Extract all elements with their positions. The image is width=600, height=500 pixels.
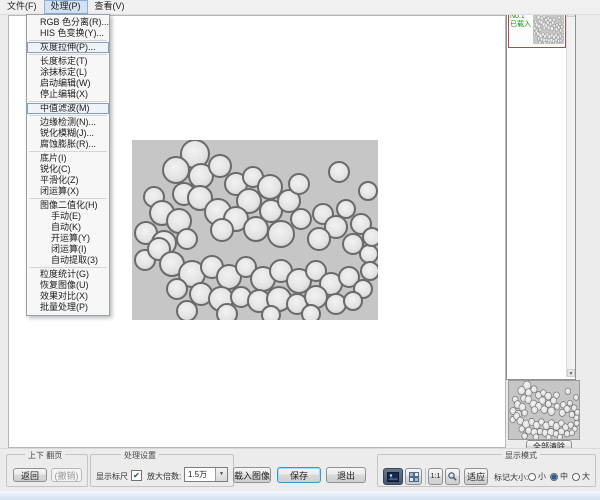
menu-item[interactable]: 涂抹标定(L) — [27, 67, 109, 78]
combo-arrow-icon[interactable]: ▼ — [215, 468, 227, 481]
show-scale-checkbox[interactable]: ✔ — [131, 470, 142, 481]
menubar-item[interactable]: 查看(V) — [88, 0, 132, 14]
magnification-combo[interactable]: 1.5万 ▼ — [184, 467, 228, 482]
menu-separator — [29, 151, 107, 152]
menu-item[interactable]: 中值滤波(M) — [27, 103, 109, 114]
menu-item[interactable]: 开运算(Y) — [27, 233, 109, 244]
menu-item[interactable]: 闭运算(X) — [27, 186, 109, 197]
settings-group-label: 处理设置 — [121, 450, 159, 461]
menu-separator — [29, 198, 107, 199]
radio-label: 大 — [582, 471, 590, 482]
show-scale-label: 显示标尺 — [96, 471, 128, 482]
menu-item[interactable]: 自动提取(3) — [27, 255, 109, 266]
menu-item[interactable]: 锐化模糊(J)... — [27, 128, 109, 139]
menu-item[interactable]: 闭运算(I) — [27, 244, 109, 255]
image-tool-button[interactable] — [383, 468, 403, 485]
menu-separator — [29, 267, 107, 268]
marker-size-radio[interactable]: 中 — [550, 471, 568, 482]
radio-selected-icon[interactable] — [550, 473, 558, 481]
image-tool-icon — [387, 472, 399, 482]
zoom-button[interactable] — [445, 468, 460, 485]
image-list-item-selected[interactable]: No.1 已载入 — [508, 10, 566, 48]
list-scrollbar[interactable]: ▲ ▼ — [566, 9, 575, 377]
menu-item[interactable]: 长度标定(T) — [27, 56, 109, 67]
one-to-one-button[interactable]: 1:1 — [428, 468, 443, 485]
application-window: 文件(F)处理(P)查看(V) RGB 色分离(R)...HIS 色变换(Y).… — [0, 0, 600, 499]
toolbar-separator — [425, 468, 426, 485]
menu-item[interactable]: 粒度统计(G) — [27, 269, 109, 280]
marker-size-radio[interactable]: 大 — [572, 471, 590, 482]
magnification-label: 放大倍数: — [147, 471, 181, 482]
menu-item[interactable]: 边缘检测(N)... — [27, 117, 109, 128]
grid-view-button[interactable] — [405, 468, 422, 485]
radio-label: 小 — [538, 471, 546, 482]
menu-item[interactable]: 批量处理(P) — [27, 302, 109, 313]
back-button[interactable]: 返回 — [13, 468, 47, 482]
nav-group: 上下 翻页 返回 (撤销) — [6, 454, 88, 487]
exit-button[interactable]: 退出 — [326, 467, 366, 483]
image-item-state: 已载入 — [510, 21, 532, 29]
radio-label: 中 — [560, 471, 568, 482]
grid-view-icon — [409, 472, 419, 482]
menu-separator — [29, 115, 107, 116]
processing-dropdown-menu: RGB 色分离(R)...HIS 色变换(Y)... 灰度拉伸(P)... 长度标定… — [26, 14, 110, 316]
magnification-value: 1.5万 — [188, 470, 207, 479]
menu-bar: 文件(F)处理(P)查看(V) — [0, 0, 600, 15]
menu-item[interactable]: HIS 色变换(Y)... — [27, 28, 109, 39]
image-list[interactable]: No.1 已载入 ▲ ▼ — [506, 8, 576, 380]
zoom-icon — [448, 472, 457, 481]
menu-item[interactable]: 启动编辑(W) — [27, 78, 109, 89]
menu-item[interactable]: 平滑化(Z) — [27, 175, 109, 186]
menu-item[interactable]: 底片(I) — [27, 153, 109, 164]
settings-group: 处理设置 显示标尺 ✔ 放大倍数: 1.5万 ▼ — [90, 454, 234, 487]
menu-item[interactable]: 手动(E) — [27, 211, 109, 222]
image-item-thumbnail — [533, 12, 564, 44]
menu-item[interactable]: 锐化(C) — [27, 164, 109, 175]
menu-separator — [29, 101, 107, 102]
menu-item[interactable]: 效果对比(X) — [27, 291, 109, 302]
menu-separator — [29, 54, 107, 55]
load-image-button[interactable]: 载入图像 — [233, 467, 271, 483]
image-item-status: No.1 已载入 — [509, 11, 533, 47]
save-button[interactable]: 保存 — [277, 467, 321, 483]
menu-item[interactable]: 停止编辑(X) — [27, 89, 109, 100]
fit-button[interactable]: 适应 — [464, 468, 488, 485]
preview-thumbnail[interactable] — [508, 380, 580, 440]
display-group: 显示模式 1:1 适应 标记大小: 小中大 — [377, 454, 596, 487]
display-group-label: 显示模式 — [502, 450, 540, 461]
forward-button: (撤销) — [51, 468, 82, 482]
menubar-item[interactable]: 处理(P) — [44, 0, 88, 14]
radio-icon[interactable] — [572, 473, 580, 481]
bottom-toolbar: 上下 翻页 返回 (撤销) 处理设置 显示标尺 ✔ 放大倍数: 1.5万 ▼ 载… — [0, 448, 600, 491]
menu-item[interactable]: 自动(K) — [27, 222, 109, 233]
nav-group-label: 上下 翻页 — [25, 450, 65, 461]
menu-item[interactable]: 图像二值化(H) — [27, 200, 109, 211]
marker-size-label: 标记大小: — [494, 472, 528, 483]
tem-image[interactable] — [132, 140, 378, 320]
menu-item[interactable]: 恢复图像(U) — [27, 280, 109, 291]
radio-icon[interactable] — [528, 473, 536, 481]
menubar-item[interactable]: 文件(F) — [0, 0, 44, 14]
menu-item[interactable]: RGB 色分离(R)... — [27, 17, 109, 28]
menu-item[interactable]: 腐蚀膨胀(R)... — [27, 139, 109, 150]
scroll-down-icon[interactable]: ▼ — [567, 369, 575, 377]
menu-item[interactable]: 灰度拉伸(P)... — [27, 42, 109, 53]
marker-size-radio[interactable]: 小 — [528, 471, 546, 482]
menu-separator — [29, 40, 107, 41]
